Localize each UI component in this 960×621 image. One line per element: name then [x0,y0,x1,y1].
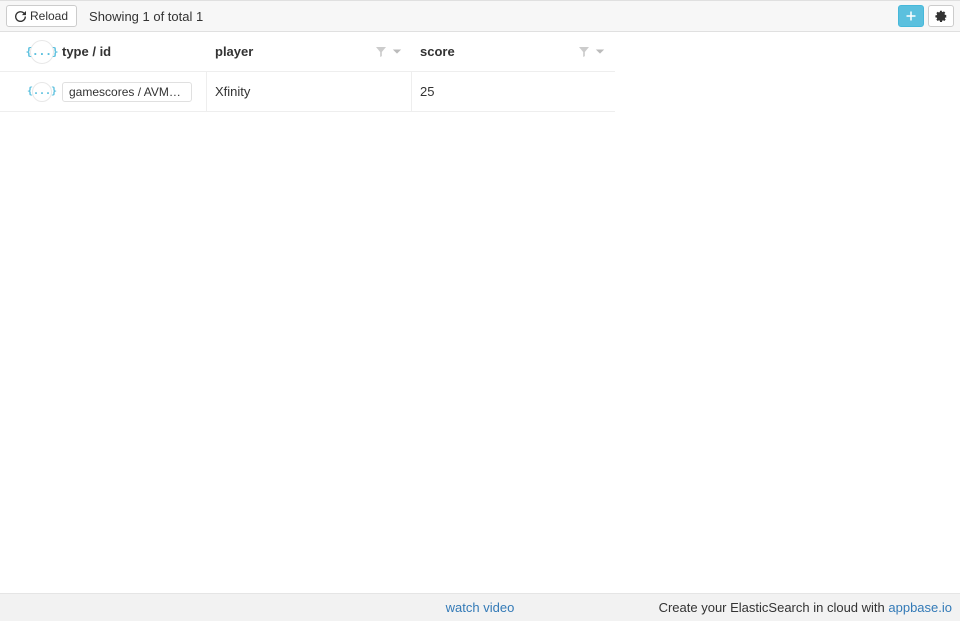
reload-icon [15,11,26,22]
status-text: Showing 1 of total 1 [89,9,203,24]
footer: watch video Create your ElasticSearch in… [0,593,960,621]
toolbar: Reload Showing 1 of total 1 [0,0,960,32]
table-row[interactable]: {...} gamescores / AVMZ1x... Xfinity 25 [0,72,615,112]
watch-video-link[interactable]: watch video [446,600,515,615]
cell-type-id: {...} gamescores / AVMZ1x... [0,72,207,111]
column-label-player: player [215,44,253,59]
column-header-score[interactable]: score [412,44,615,59]
column-label-type: type / id [62,44,111,59]
filter-icon[interactable] [376,47,386,57]
footer-right: Create your ElasticSearch in cloud with … [659,600,952,615]
gear-icon [935,10,947,22]
filter-icon[interactable] [579,47,589,57]
json-icon: {...} [30,40,54,64]
type-id-value[interactable]: gamescores / AVMZ1x... [62,82,192,102]
add-button[interactable] [898,5,924,27]
appbase-link[interactable]: appbase.io [888,600,952,615]
chevron-down-icon[interactable] [392,47,402,57]
plus-icon [905,10,917,22]
footer-center: watch video [446,600,515,615]
table-header-row: {...} type / id player score [0,32,615,72]
reload-label: Reload [30,9,68,23]
cell-player: Xfinity [207,72,412,111]
chevron-down-icon[interactable] [595,47,605,57]
column-header-type-id[interactable]: {...} type / id [0,40,207,64]
footer-create-text: Create your ElasticSearch in cloud with [659,600,889,615]
settings-button[interactable] [928,5,954,27]
json-icon[interactable]: {...} [32,82,52,102]
player-value: Xfinity [215,84,250,99]
column-label-score: score [420,44,455,59]
reload-button[interactable]: Reload [6,5,77,27]
cell-score: 25 [412,72,615,111]
column-header-player[interactable]: player [207,44,412,59]
data-table: {...} type / id player score {...} games… [0,32,615,112]
score-value: 25 [420,84,434,99]
